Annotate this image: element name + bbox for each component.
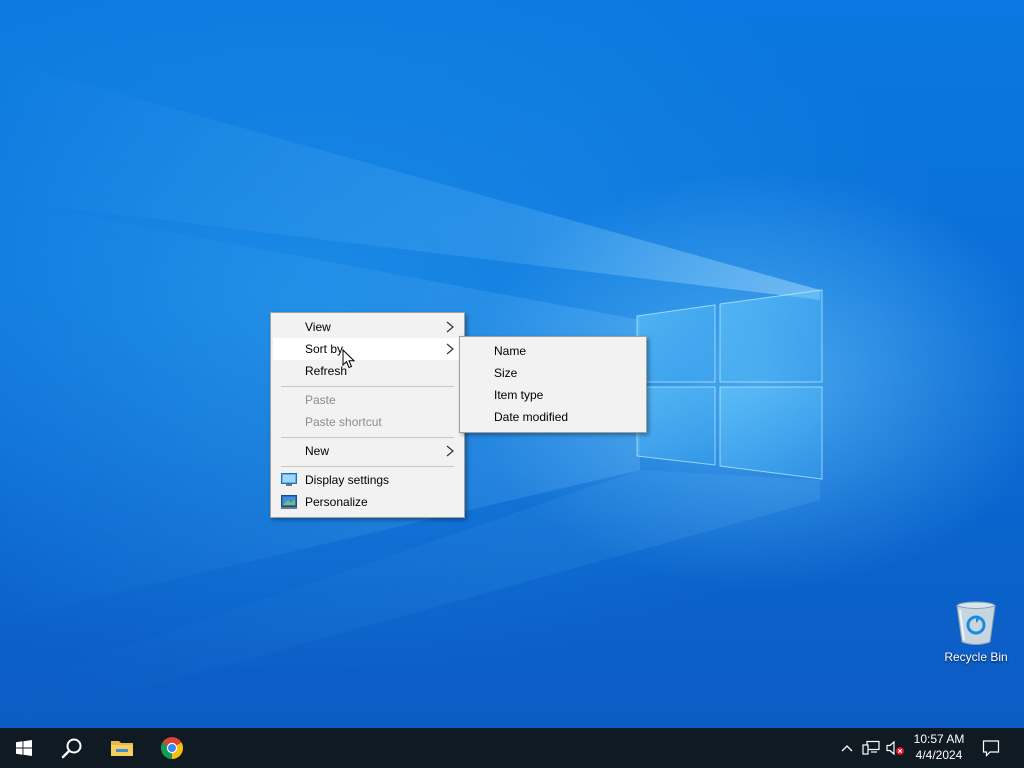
- windows-start-icon: [16, 740, 32, 756]
- desktop-context-menu: View Sort by Refresh Paste Paste shortcu…: [270, 312, 465, 518]
- desktop-icon-recycle-bin[interactable]: Recycle Bin: [938, 600, 1014, 672]
- volume-muted-icon: [886, 740, 904, 756]
- chevron-up-icon: [841, 745, 853, 752]
- sort-by-submenu: Name Size Item type Date modified: [459, 336, 647, 433]
- menu-item-label: Personalize: [305, 495, 368, 509]
- submenu-item-date-modified[interactable]: Date modified: [462, 406, 644, 428]
- taskbar: 10:57 AM 4/4/2024: [0, 728, 1024, 768]
- menu-item-paste-shortcut[interactable]: Paste shortcut: [273, 411, 462, 433]
- desktop-icon-label: Recycle Bin: [944, 650, 1008, 664]
- menu-item-new[interactable]: New: [273, 440, 462, 462]
- menu-item-label: View: [305, 320, 331, 334]
- menu-item-label: Date modified: [494, 410, 569, 424]
- menu-item-paste[interactable]: Paste: [273, 389, 462, 411]
- menu-item-label: Name: [494, 344, 527, 358]
- taskbar-chrome[interactable]: [148, 728, 196, 768]
- tray-show-hidden[interactable]: [838, 728, 856, 768]
- chevron-right-icon: [446, 445, 454, 457]
- search-button[interactable]: [48, 728, 96, 768]
- action-center-button[interactable]: [978, 728, 1004, 768]
- network-icon: [862, 740, 880, 755]
- menu-item-label: Size: [494, 366, 518, 380]
- tray-network[interactable]: [860, 728, 882, 768]
- clock-time: 10:57 AM: [913, 732, 965, 746]
- submenu-item-item-type[interactable]: Item type: [462, 384, 644, 406]
- menu-item-sort-by[interactable]: Sort by: [273, 338, 462, 360]
- menu-item-personalize[interactable]: Personalize: [273, 491, 462, 513]
- chrome-icon: [161, 737, 183, 759]
- menu-item-label: Sort by: [305, 342, 344, 356]
- mouse-pointer-icon: [342, 349, 356, 369]
- chevron-right-icon: [446, 321, 454, 333]
- submenu-item-size[interactable]: Size: [462, 362, 644, 384]
- search-icon: [61, 738, 82, 759]
- notification-icon: [982, 740, 1000, 757]
- menu-item-label: Paste: [305, 393, 336, 407]
- menu-item-label: Paste shortcut: [305, 415, 382, 429]
- folder-icon: [111, 741, 133, 756]
- menu-item-label: Item type: [494, 388, 544, 402]
- clock-date: 4/4/2024: [915, 748, 963, 762]
- chevron-right-icon: [446, 343, 454, 355]
- submenu-item-name[interactable]: Name: [462, 340, 644, 362]
- menu-separator: [281, 437, 454, 438]
- menu-item-view[interactable]: View: [273, 316, 462, 338]
- menu-item-display-settings[interactable]: Display settings: [273, 469, 462, 491]
- taskbar-clock[interactable]: 10:57 AM 4/4/2024: [908, 731, 970, 765]
- recycle-bin-icon: [956, 601, 996, 645]
- menu-item-label: Refresh: [305, 364, 348, 378]
- menu-item-label: New: [305, 444, 330, 458]
- tray-volume[interactable]: [884, 728, 906, 768]
- display-settings-icon: [281, 473, 297, 486]
- menu-item-label: Display settings: [305, 473, 390, 487]
- menu-separator: [281, 386, 454, 387]
- taskbar-file-explorer[interactable]: [98, 728, 146, 768]
- menu-separator: [281, 466, 454, 467]
- menu-item-refresh[interactable]: Refresh: [273, 360, 462, 382]
- personalize-icon: [281, 495, 297, 509]
- start-button[interactable]: [0, 728, 48, 768]
